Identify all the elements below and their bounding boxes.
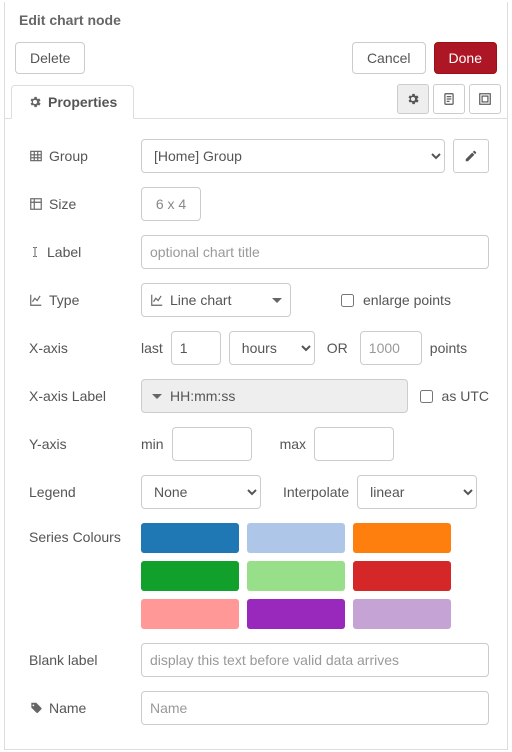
- name-label: Name: [49, 700, 86, 716]
- document-icon: [442, 92, 456, 106]
- delete-button[interactable]: Delete: [15, 42, 85, 74]
- xaxis-or-text: OR: [327, 340, 348, 356]
- xaxis-points-input[interactable]: [360, 331, 422, 365]
- line-chart-icon: [29, 293, 43, 307]
- yaxis-min-input[interactable]: [172, 427, 252, 461]
- type-label: Type: [49, 292, 79, 308]
- colour-swatch[interactable]: [353, 561, 451, 591]
- size-field[interactable]: 6 x 4: [141, 187, 201, 221]
- properties-panel: Group [Home] Group Size 6 x 4: [5, 119, 507, 749]
- cancel-button[interactable]: Cancel: [352, 42, 426, 74]
- view-info-button[interactable]: [433, 84, 465, 114]
- enlarge-points-checkbox[interactable]: [341, 294, 354, 307]
- done-button[interactable]: Done: [434, 42, 497, 74]
- xaxislabel-input[interactable]: HH:mm:ss: [141, 379, 408, 413]
- colour-swatch[interactable]: [353, 599, 451, 629]
- tabs-bar: Properties: [5, 84, 507, 119]
- chevron-down-icon: [152, 394, 162, 404]
- resize-icon: [29, 197, 43, 211]
- blank-label-input[interactable]: [141, 643, 489, 677]
- series-colours-swatches: [141, 523, 471, 629]
- tab-properties-label: Properties: [48, 94, 117, 110]
- utc-label: as UTC: [442, 388, 489, 404]
- colour-swatch[interactable]: [247, 599, 345, 629]
- label-input[interactable]: [141, 235, 489, 269]
- type-select[interactable]: Line chart: [141, 283, 291, 317]
- xaxis-unit-select[interactable]: hours: [229, 331, 315, 365]
- edit-group-button[interactable]: [453, 139, 489, 173]
- frame-icon: [478, 92, 492, 106]
- grid-icon: [29, 149, 43, 163]
- interpolate-label: Interpolate: [283, 484, 349, 500]
- dialog-title: Edit chart node: [5, 2, 507, 34]
- blank-label-label: Blank label: [29, 652, 98, 668]
- series-colours-label: Series Colours: [29, 529, 121, 545]
- tab-properties[interactable]: Properties: [11, 85, 134, 119]
- pencil-icon: [464, 149, 478, 163]
- type-value: Line chart: [170, 292, 231, 308]
- colour-swatch[interactable]: [247, 561, 345, 591]
- xaxis-last-text: last: [141, 340, 163, 356]
- size-label: Size: [49, 196, 76, 212]
- xaxis-last-value[interactable]: [171, 331, 221, 365]
- xaxis-label: X-axis: [29, 340, 68, 356]
- interpolate-select[interactable]: linear: [357, 475, 477, 509]
- gear-icon: [406, 92, 420, 106]
- utc-checkbox[interactable]: [420, 390, 433, 403]
- dialog-action-bar: Delete Cancel Done: [5, 34, 507, 84]
- gear-icon: [28, 95, 42, 109]
- colour-swatch[interactable]: [353, 523, 451, 553]
- xaxislabel-label: X-axis Label: [29, 388, 106, 404]
- legend-select[interactable]: None: [141, 475, 261, 509]
- name-input[interactable]: [141, 691, 489, 725]
- view-settings-button[interactable]: [397, 84, 429, 114]
- text-cursor-icon: [29, 245, 41, 259]
- tag-icon: [29, 701, 43, 715]
- utc-wrap[interactable]: as UTC: [416, 387, 489, 406]
- yaxis-label: Y-axis: [29, 436, 67, 452]
- line-chart-icon: [150, 293, 164, 307]
- colour-swatch[interactable]: [141, 561, 239, 591]
- xaxislabel-value: HH:mm:ss: [170, 388, 235, 404]
- colour-swatch[interactable]: [141, 599, 239, 629]
- enlarge-points-wrap[interactable]: enlarge points: [337, 291, 451, 310]
- legend-label: Legend: [29, 484, 76, 500]
- group-select[interactable]: [Home] Group: [141, 139, 445, 173]
- group-label: Group: [49, 148, 88, 164]
- view-appearance-button[interactable]: [469, 84, 501, 114]
- yaxis-min-text: min: [141, 436, 164, 452]
- label-label: Label: [47, 244, 81, 260]
- colour-swatch[interactable]: [247, 523, 345, 553]
- colour-swatch[interactable]: [141, 523, 239, 553]
- yaxis-max-input[interactable]: [314, 427, 394, 461]
- edit-chart-dialog: Edit chart node Delete Cancel Done Prope…: [4, 2, 508, 750]
- enlarge-points-label: enlarge points: [363, 292, 451, 308]
- yaxis-max-text: max: [280, 436, 306, 452]
- xaxis-points-text: points: [430, 340, 467, 356]
